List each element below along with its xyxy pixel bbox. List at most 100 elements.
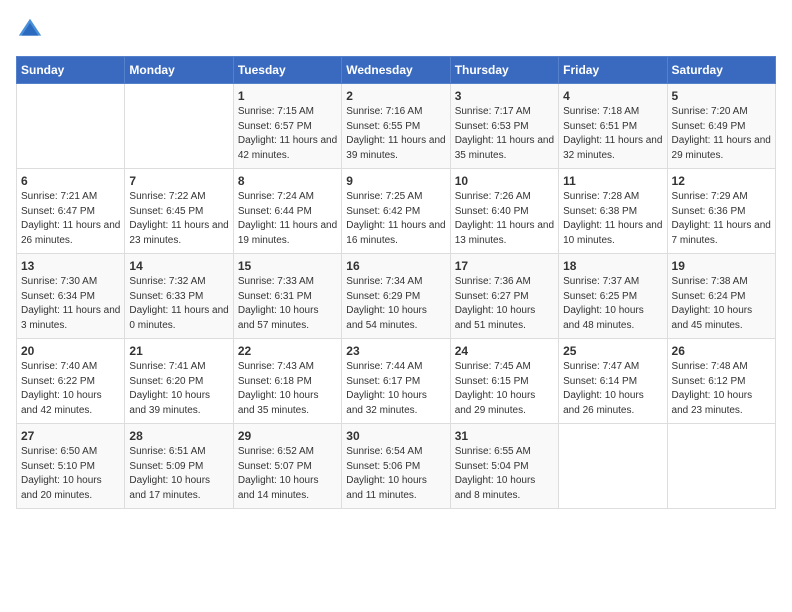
day-number: 14 [129,259,228,273]
day-info: Sunrise: 6:51 AMSunset: 5:09 PMDaylight:… [129,445,228,503]
calendar-cell: 8 Sunrise: 7:24 AMSunset: 6:44 PMDaylight… [233,169,341,254]
day-number: 22 [238,344,337,358]
calendar-cell: 3 Sunrise: 7:17 AMSunset: 6:53 PMDaylight… [450,84,558,169]
calendar-cell: 20 Sunrise: 7:40 AMSunset: 6:22 PMDayligh… [17,339,125,424]
calendar-cell [559,424,667,509]
day-info: Sunrise: 7:29 AMSunset: 6:36 PMDaylight:… [672,190,771,248]
calendar-cell [667,424,775,509]
day-number: 30 [346,429,445,443]
logo [16,16,48,44]
day-info: Sunrise: 7:48 AMSunset: 6:12 PMDaylight:… [672,360,771,418]
day-number: 31 [455,429,554,443]
day-info: Sunrise: 7:36 AMSunset: 6:27 PMDaylight:… [455,275,554,333]
day-number: 26 [672,344,771,358]
day-info: Sunrise: 7:40 AMSunset: 6:22 PMDaylight:… [21,360,120,418]
day-info: Sunrise: 7:33 AMSunset: 6:31 PMDaylight:… [238,275,337,333]
calendar-cell: 5 Sunrise: 7:20 AMSunset: 6:49 PMDaylight… [667,84,775,169]
day-info: Sunrise: 6:50 AMSunset: 5:10 PMDaylight:… [21,445,120,503]
day-info: Sunrise: 7:41 AMSunset: 6:20 PMDaylight:… [129,360,228,418]
day-header-monday: Monday [125,57,233,84]
day-info: Sunrise: 7:43 AMSunset: 6:18 PMDaylight:… [238,360,337,418]
day-number: 11 [563,174,662,188]
calendar-cell: 4 Sunrise: 7:18 AMSunset: 6:51 PMDaylight… [559,84,667,169]
day-number: 18 [563,259,662,273]
day-number: 19 [672,259,771,273]
day-info: Sunrise: 7:22 AMSunset: 6:45 PMDaylight:… [129,190,228,248]
day-info: Sunrise: 7:32 AMSunset: 6:33 PMDaylight:… [129,275,228,333]
calendar-week-row: 20 Sunrise: 7:40 AMSunset: 6:22 PMDayligh… [17,339,776,424]
calendar-cell: 25Sunrise: 7:47 AMSunset: 6:14 PMDayligh… [559,339,667,424]
calendar-cell: 23 Sunrise: 7:44 AMSunset: 6:17 PMDayligh… [342,339,450,424]
day-number: 13 [21,259,120,273]
calendar-cell: 12 Sunrise: 7:29 AMSunset: 6:36 PMDayligh… [667,169,775,254]
day-header-saturday: Saturday [667,57,775,84]
day-header-tuesday: Tuesday [233,57,341,84]
day-number: 7 [129,174,228,188]
day-info: Sunrise: 7:26 AMSunset: 6:40 PMDaylight:… [455,190,554,248]
day-number: 15 [238,259,337,273]
day-header-thursday: Thursday [450,57,558,84]
day-number: 10 [455,174,554,188]
day-number: 5 [672,89,771,103]
calendar-cell: 15 Sunrise: 7:33 AMSunset: 6:31 PMDayligh… [233,254,341,339]
day-info: Sunrise: 7:44 AMSunset: 6:17 PMDaylight:… [346,360,445,418]
day-info: Sunrise: 6:54 AMSunset: 5:06 PMDaylight:… [346,445,445,503]
calendar-cell: 21 Sunrise: 7:41 AMSunset: 6:20 PMDayligh… [125,339,233,424]
day-number: 27 [21,429,120,443]
calendar-cell: 29 Sunrise: 6:52 AMSunset: 5:07 PMDayligh… [233,424,341,509]
day-header-wednesday: Wednesday [342,57,450,84]
calendar-cell: 22 Sunrise: 7:43 AMSunset: 6:18 PMDayligh… [233,339,341,424]
day-info: Sunrise: 6:55 AMSunset: 5:04 PMDaylight:… [455,445,554,503]
day-number: 17 [455,259,554,273]
day-number: 9 [346,174,445,188]
calendar-cell: 30 Sunrise: 6:54 AMSunset: 5:06 PMDayligh… [342,424,450,509]
day-number: 12 [672,174,771,188]
day-info: Sunrise: 7:34 AMSunset: 6:29 PMDaylight:… [346,275,445,333]
calendar-cell: 2Sunrise: 7:16 AMSunset: 6:55 PMDaylight… [342,84,450,169]
day-header-sunday: Sunday [17,57,125,84]
calendar-week-row: 27 Sunrise: 6:50 AMSunset: 5:10 PMDayligh… [17,424,776,509]
calendar-cell: 13Sunrise: 7:30 AMSunset: 6:34 PMDayligh… [17,254,125,339]
day-info: Sunrise: 7:37 AMSunset: 6:25 PMDaylight:… [563,275,662,333]
calendar-cell [17,84,125,169]
day-info: Sunrise: 7:17 AMSunset: 6:53 PMDaylight:… [455,105,554,163]
calendar-week-row: 13Sunrise: 7:30 AMSunset: 6:34 PMDayligh… [17,254,776,339]
day-number: 29 [238,429,337,443]
day-number: 6 [21,174,120,188]
calendar-cell: 11Sunrise: 7:28 AMSunset: 6:38 PMDayligh… [559,169,667,254]
calendar-cell [125,84,233,169]
day-info: Sunrise: 7:24 AMSunset: 6:44 PMDaylight:… [238,190,337,248]
day-info: Sunrise: 7:25 AMSunset: 6:42 PMDaylight:… [346,190,445,248]
calendar-cell: 28 Sunrise: 6:51 AMSunset: 5:09 PMDayligh… [125,424,233,509]
day-number: 4 [563,89,662,103]
day-number: 21 [129,344,228,358]
day-number: 16 [346,259,445,273]
calendar-cell: 1Sunrise: 7:15 AMSunset: 6:57 PMDaylight… [233,84,341,169]
calendar-cell: 24Sunrise: 7:45 AMSunset: 6:15 PMDayligh… [450,339,558,424]
calendar-cell: 7 Sunrise: 7:22 AMSunset: 6:45 PMDaylight… [125,169,233,254]
page-header [16,16,776,44]
day-number: 25 [563,344,662,358]
day-info: Sunrise: 7:20 AMSunset: 6:49 PMDaylight:… [672,105,771,163]
day-info: Sunrise: 6:52 AMSunset: 5:07 PMDaylight:… [238,445,337,503]
calendar-cell: 17 Sunrise: 7:36 AMSunset: 6:27 PMDayligh… [450,254,558,339]
day-number: 8 [238,174,337,188]
calendar-header-row: SundayMondayTuesdayWednesdayThursdayFrid… [17,57,776,84]
calendar-cell: 14 Sunrise: 7:32 AMSunset: 6:33 PMDayligh… [125,254,233,339]
day-number: 24 [455,344,554,358]
day-number: 20 [21,344,120,358]
day-number: 2 [346,89,445,103]
calendar-cell: 6Sunrise: 7:21 AMSunset: 6:47 PMDaylight… [17,169,125,254]
day-number: 28 [129,429,228,443]
calendar-cell: 16 Sunrise: 7:34 AMSunset: 6:29 PMDayligh… [342,254,450,339]
logo-icon [16,16,44,44]
calendar-table: SundayMondayTuesdayWednesdayThursdayFrid… [16,56,776,509]
day-info: Sunrise: 7:38 AMSunset: 6:24 PMDaylight:… [672,275,771,333]
day-number: 3 [455,89,554,103]
day-number: 23 [346,344,445,358]
day-info: Sunrise: 7:18 AMSunset: 6:51 PMDaylight:… [563,105,662,163]
calendar-cell: 19 Sunrise: 7:38 AMSunset: 6:24 PMDayligh… [667,254,775,339]
calendar-week-row: 6Sunrise: 7:21 AMSunset: 6:47 PMDaylight… [17,169,776,254]
day-info: Sunrise: 7:15 AMSunset: 6:57 PMDaylight:… [238,105,337,163]
day-header-friday: Friday [559,57,667,84]
